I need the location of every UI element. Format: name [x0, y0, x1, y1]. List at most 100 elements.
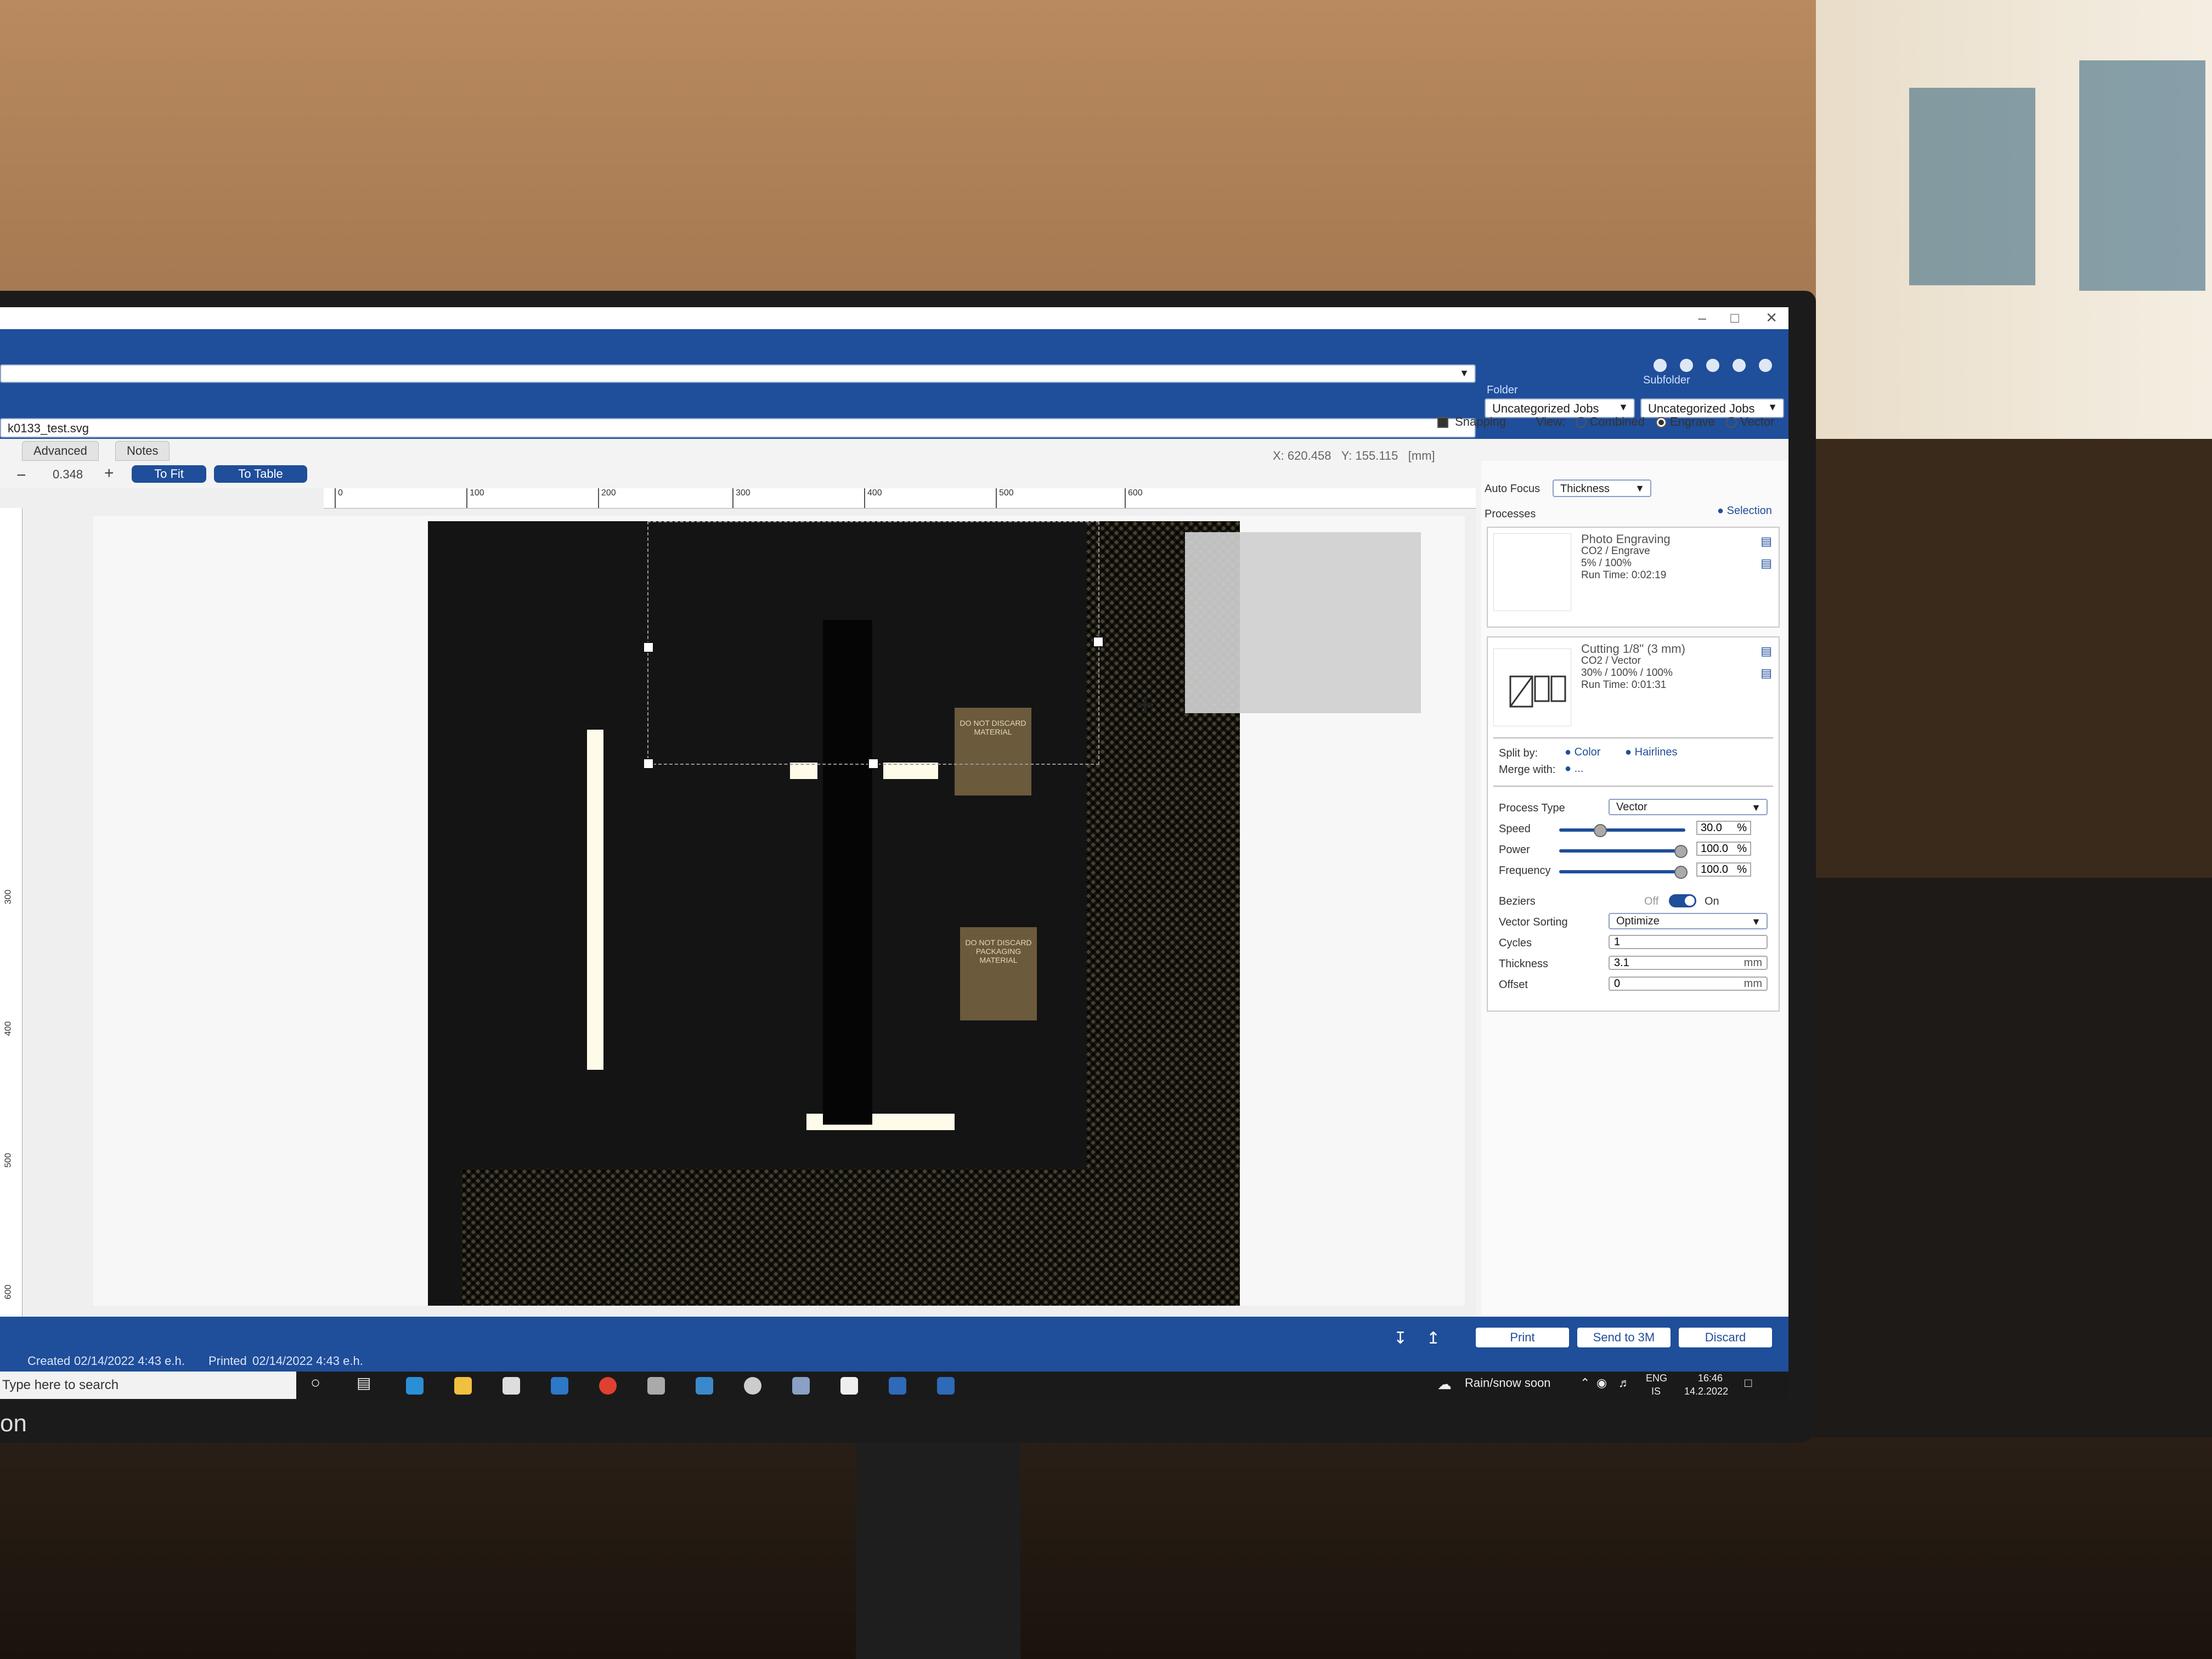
- folder-icon[interactable]: ▤: [1760, 644, 1772, 658]
- resize-handle[interactable]: [1093, 636, 1104, 647]
- frequency-slider[interactable]: [1559, 866, 1688, 879]
- globe-icon[interactable]: [1680, 359, 1693, 372]
- auto-focus-select[interactable]: Thickness ▼: [1553, 479, 1651, 497]
- engrave-radio[interactable]: [1655, 417, 1667, 428]
- folder-value: Uncategorized Jobs: [1492, 402, 1599, 415]
- subfolder-value: Uncategorized Jobs: [1648, 402, 1755, 415]
- process-photo-engraving[interactable]: Photo Engraving CO2 / Engrave 5% / 100% …: [1487, 527, 1780, 628]
- zoom-in-icon[interactable]: +: [104, 464, 114, 483]
- ruler-tick: 0: [335, 488, 343, 508]
- ruler-tick: 600: [3, 1284, 13, 1300]
- export-icon[interactable]: ▤: [1760, 556, 1772, 571]
- folder-label: Folder: [1487, 384, 1518, 396]
- settings-icon[interactable]: [1654, 359, 1667, 372]
- resize-handle[interactable]: [643, 758, 654, 769]
- process-cutting[interactable]: Cutting 1/8" (3 mm) CO2 / Vector 30% / 1…: [1487, 636, 1780, 1012]
- chevron-up-icon[interactable]: ⌃: [1580, 1376, 1590, 1390]
- beziers-toggle[interactable]: [1669, 894, 1696, 907]
- tab-advanced[interactable]: Advanced: [22, 441, 99, 461]
- cortana-icon[interactable]: ○: [311, 1374, 320, 1392]
- info-icon[interactable]: [1759, 359, 1772, 372]
- speed-input[interactable]: 30.0%: [1696, 821, 1751, 835]
- design-canvas[interactable]: 0 100 200 300 400 500 600 300 400 500 60…: [0, 488, 1476, 1317]
- notifications-icon[interactable]: □: [1745, 1376, 1752, 1390]
- file-name-field[interactable]: k0133_test.svg: [0, 418, 1476, 438]
- vector-sorting-select[interactable]: Optimize ▼: [1609, 913, 1768, 929]
- resize-handle[interactable]: [868, 758, 879, 769]
- chrome-icon[interactable]: [599, 1377, 617, 1395]
- chevron-down-icon: ▼: [1618, 402, 1628, 413]
- tab-bar: Advanced Notes: [0, 439, 1481, 461]
- store-icon[interactable]: [503, 1377, 520, 1395]
- merge-value: ...: [1574, 763, 1584, 775]
- app-icon[interactable]: [840, 1377, 858, 1395]
- vector-radio[interactable]: [1726, 417, 1737, 428]
- app-icon[interactable]: [647, 1377, 665, 1395]
- selection-box[interactable]: [647, 521, 1099, 765]
- discard-button[interactable]: Discard: [1679, 1328, 1772, 1347]
- power-slider-knob[interactable]: [1674, 845, 1688, 858]
- snapping-checkbox[interactable]: [1437, 417, 1448, 428]
- thickness-input[interactable]: 3.1 mm: [1609, 956, 1768, 970]
- cloud-icon[interactable]: [1733, 359, 1746, 372]
- work-area[interactable]: DO NOT DISCARD MATERIAL DO NOT DISCARD P…: [93, 516, 1465, 1306]
- snapping-label: Snapping: [1455, 415, 1506, 428]
- close-icon[interactable]: ✕: [1765, 309, 1778, 326]
- edge-icon[interactable]: [406, 1377, 424, 1395]
- taskbar: Type here to search ○ ▤ ☁ Rain/snow soon…: [0, 1372, 1788, 1399]
- to-fit-button[interactable]: To Fit: [132, 465, 206, 483]
- y-label: Y:: [1341, 449, 1352, 462]
- print-button[interactable]: Print: [1476, 1328, 1569, 1347]
- import-icon[interactable]: ↧: [1393, 1329, 1407, 1348]
- app-icon[interactable]: [792, 1377, 810, 1395]
- file-explorer-icon[interactable]: [454, 1377, 472, 1395]
- thickness-label: Thickness: [1499, 958, 1549, 970]
- maximize-icon[interactable]: □: [1730, 309, 1739, 326]
- job-combo[interactable]: ▼: [0, 364, 1476, 383]
- color-option[interactable]: ● Color: [1565, 746, 1600, 759]
- merge-option[interactable]: ● ...: [1565, 763, 1583, 775]
- resize-handle[interactable]: [643, 642, 654, 653]
- power-slider[interactable]: [1559, 845, 1688, 858]
- folder-icon[interactable]: ▤: [1760, 534, 1772, 549]
- task-view-icon[interactable]: ▤: [357, 1374, 371, 1392]
- library-icon[interactable]: [1706, 359, 1719, 372]
- speaker-icon[interactable]: ♬: [1618, 1376, 1630, 1390]
- language-indicator[interactable]: ENG: [1646, 1373, 1667, 1384]
- power-input[interactable]: 100.0%: [1696, 842, 1751, 856]
- export-icon[interactable]: ↥: [1426, 1329, 1440, 1348]
- app-icon[interactable]: [696, 1377, 713, 1395]
- laser-app-icon[interactable]: [889, 1377, 906, 1395]
- frequency-slider-knob[interactable]: [1674, 866, 1688, 879]
- minimize-icon[interactable]: –: [1699, 309, 1706, 326]
- process-type-select[interactable]: Vector ▼: [1609, 799, 1768, 815]
- design-rectangle[interactable]: [1185, 532, 1421, 713]
- weather-icon[interactable]: ☁: [1437, 1376, 1452, 1393]
- cycles-input[interactable]: 1: [1609, 935, 1768, 949]
- laser-app-icon[interactable]: [937, 1377, 955, 1395]
- export-icon[interactable]: ▤: [1760, 666, 1772, 680]
- speed-slider[interactable]: [1559, 824, 1685, 837]
- network-icon[interactable]: ◉: [1596, 1376, 1607, 1390]
- hairlines-option[interactable]: ● Hairlines: [1625, 746, 1677, 759]
- view-label: View:: [1536, 415, 1566, 428]
- mail-icon[interactable]: [551, 1377, 568, 1395]
- to-table-button[interactable]: To Table: [214, 465, 307, 483]
- auto-focus-label: Auto Focus: [1485, 483, 1541, 495]
- frequency-input[interactable]: 100.0%: [1696, 862, 1751, 877]
- cabinet-background: [1816, 0, 2212, 439]
- weather-text[interactable]: Rain/snow soon: [1465, 1376, 1551, 1390]
- clock-date[interactable]: 14.2.2022: [1684, 1386, 1728, 1397]
- snapping-option[interactable]: Snapping: [1437, 415, 1506, 429]
- offset-input[interactable]: 0 mm: [1609, 977, 1768, 991]
- keyboard-layout[interactable]: IS: [1651, 1386, 1661, 1397]
- speed-slider-knob[interactable]: [1594, 824, 1607, 837]
- combined-radio[interactable]: [1575, 417, 1587, 428]
- send-to-3m-button[interactable]: Send to 3M: [1577, 1328, 1671, 1347]
- tab-notes[interactable]: Notes: [115, 441, 170, 461]
- clock-time[interactable]: 16:46: [1698, 1373, 1723, 1384]
- selection-button[interactable]: ● Selection: [1717, 505, 1772, 517]
- zoom-out-icon[interactable]: −: [16, 466, 26, 485]
- taskbar-search-input[interactable]: Type here to search: [0, 1372, 296, 1399]
- settings-icon[interactable]: [744, 1377, 761, 1395]
